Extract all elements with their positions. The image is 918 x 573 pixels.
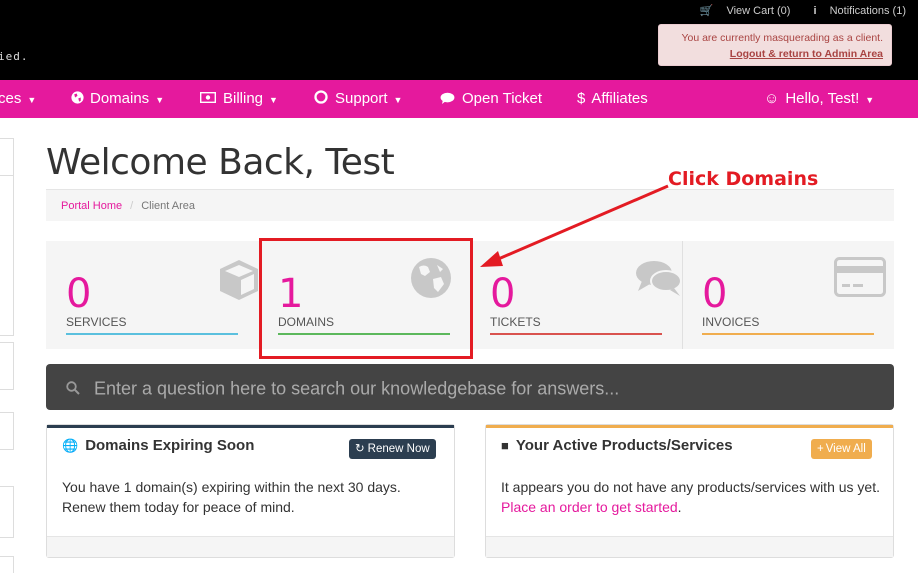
tile-count: 0 [702, 271, 728, 317]
tile-count: 0 [490, 271, 516, 317]
annotation-label: Click Domains [668, 168, 819, 190]
panel-accent [47, 425, 454, 428]
nav-domains[interactable]: Domains ▼ [71, 80, 164, 118]
cart-icon: 🛒 [699, 5, 714, 17]
page-title: Welcome Back, Test [46, 142, 395, 183]
tile-underline [66, 333, 238, 335]
logo-fragment[interactable]: ied. [0, 50, 29, 63]
globe-icon: 🌐 [62, 438, 79, 453]
nav-services[interactable]: ces ▼ [0, 80, 36, 118]
panel-footer [47, 536, 454, 557]
cube-icon: ■ [501, 438, 509, 453]
caret-down-icon: ▼ [393, 95, 403, 105]
caret-down-icon: ▼ [269, 95, 278, 105]
tile-tickets[interactable]: 0 TICKETS [470, 241, 682, 349]
info-icon: i [813, 5, 817, 17]
panel-active-products: ■ Your Active Products/Services + View All… [485, 424, 894, 558]
sidebar-panel-fragment [0, 486, 14, 538]
annotation-highlight-box [259, 238, 473, 359]
tile-divider [682, 241, 683, 349]
nav-user-menu[interactable]: ☺ Hello, Test! ▼ [764, 80, 874, 118]
knowledgebase-search-input[interactable]: Enter a question here to search our know… [46, 364, 894, 410]
renew-now-button[interactable]: ↻ Renew Now [349, 439, 436, 459]
notifications-link[interactable]: i Notifications (1) [804, 5, 906, 17]
breadcrumb-current: Client Area [141, 200, 196, 212]
sidebar-panel-fragment [0, 342, 14, 390]
panel-title: 🌐 Domains Expiring Soon [62, 437, 255, 454]
breadcrumb: Portal Home / Client Area [46, 189, 894, 221]
sidebar-panel-fragment [0, 556, 14, 573]
search-icon [66, 381, 80, 395]
main-navbar: ces ▼ Domains ▼ Billing ▼ Support ▼ Open Tic… [0, 80, 918, 118]
caret-down-icon: ▼ [27, 95, 37, 105]
place-order-link[interactable]: Place an order to get started [501, 499, 678, 515]
globe-icon [71, 91, 84, 104]
sidebar-panel-fragment [0, 176, 14, 336]
panel-body: You have 1 domain(s) expiring within the… [62, 479, 401, 515]
search-placeholder: Enter a question here to search our know… [94, 378, 620, 399]
money-icon [199, 91, 217, 104]
tile-underline [702, 333, 874, 335]
credit-card-icon [834, 257, 886, 297]
panel-title: ■ Your Active Products/Services [501, 437, 733, 454]
top-header: ied. 🛒 View Cart (0) i Notifications (1) Y… [0, 0, 918, 80]
view-all-button[interactable]: + View All [811, 439, 872, 459]
panel-accent [486, 425, 893, 428]
refresh-icon: ↻ [355, 443, 365, 455]
tile-invoices[interactable]: 0 INVOICES [682, 241, 894, 349]
comments-icon [636, 261, 682, 296]
top-links: 🛒 View Cart (0) i Notifications (1) [680, 4, 906, 17]
nav-open-ticket[interactable]: Open Ticket [440, 80, 542, 118]
masquerade-text: You are currently masquerading as a clie… [681, 32, 883, 44]
cube-icon [220, 260, 258, 300]
sidebar-panel-fragment [0, 138, 14, 176]
life-ring-icon [314, 90, 328, 104]
plus-icon: + [817, 443, 824, 455]
panel-domains-expiring: 🌐 Domains Expiring Soon ↻ Renew Now You ha… [46, 424, 455, 558]
tile-label: TICKETS [490, 315, 541, 329]
tile-label: INVOICES [702, 315, 760, 329]
tile-underline [490, 333, 662, 335]
nav-billing[interactable]: Billing ▼ [199, 80, 278, 118]
nav-affiliates[interactable]: $ Affiliates [577, 80, 648, 118]
caret-down-icon: ▼ [155, 95, 165, 105]
sidebar-panel-fragment [0, 412, 14, 450]
dollar-icon: $ [577, 90, 586, 107]
tile-label: SERVICES [66, 315, 127, 329]
comment-icon [440, 92, 455, 104]
tile-count: 0 [66, 271, 92, 317]
masquerade-alert: You are currently masquerading as a clie… [658, 24, 892, 66]
breadcrumb-home-link[interactable]: Portal Home [61, 200, 122, 212]
panel-footer [486, 536, 893, 557]
smile-icon: ☺ [764, 90, 780, 107]
breadcrumb-separator: / [130, 200, 134, 212]
logout-admin-link[interactable]: Logout & return to Admin Area [730, 48, 883, 60]
view-cart-link[interactable]: 🛒 View Cart (0) [690, 5, 791, 17]
nav-support[interactable]: Support ▼ [314, 80, 402, 118]
panel-body: It appears you do not have any products/… [501, 479, 880, 515]
tile-services[interactable]: 0 SERVICES [46, 241, 258, 349]
caret-down-icon: ▼ [865, 95, 875, 105]
